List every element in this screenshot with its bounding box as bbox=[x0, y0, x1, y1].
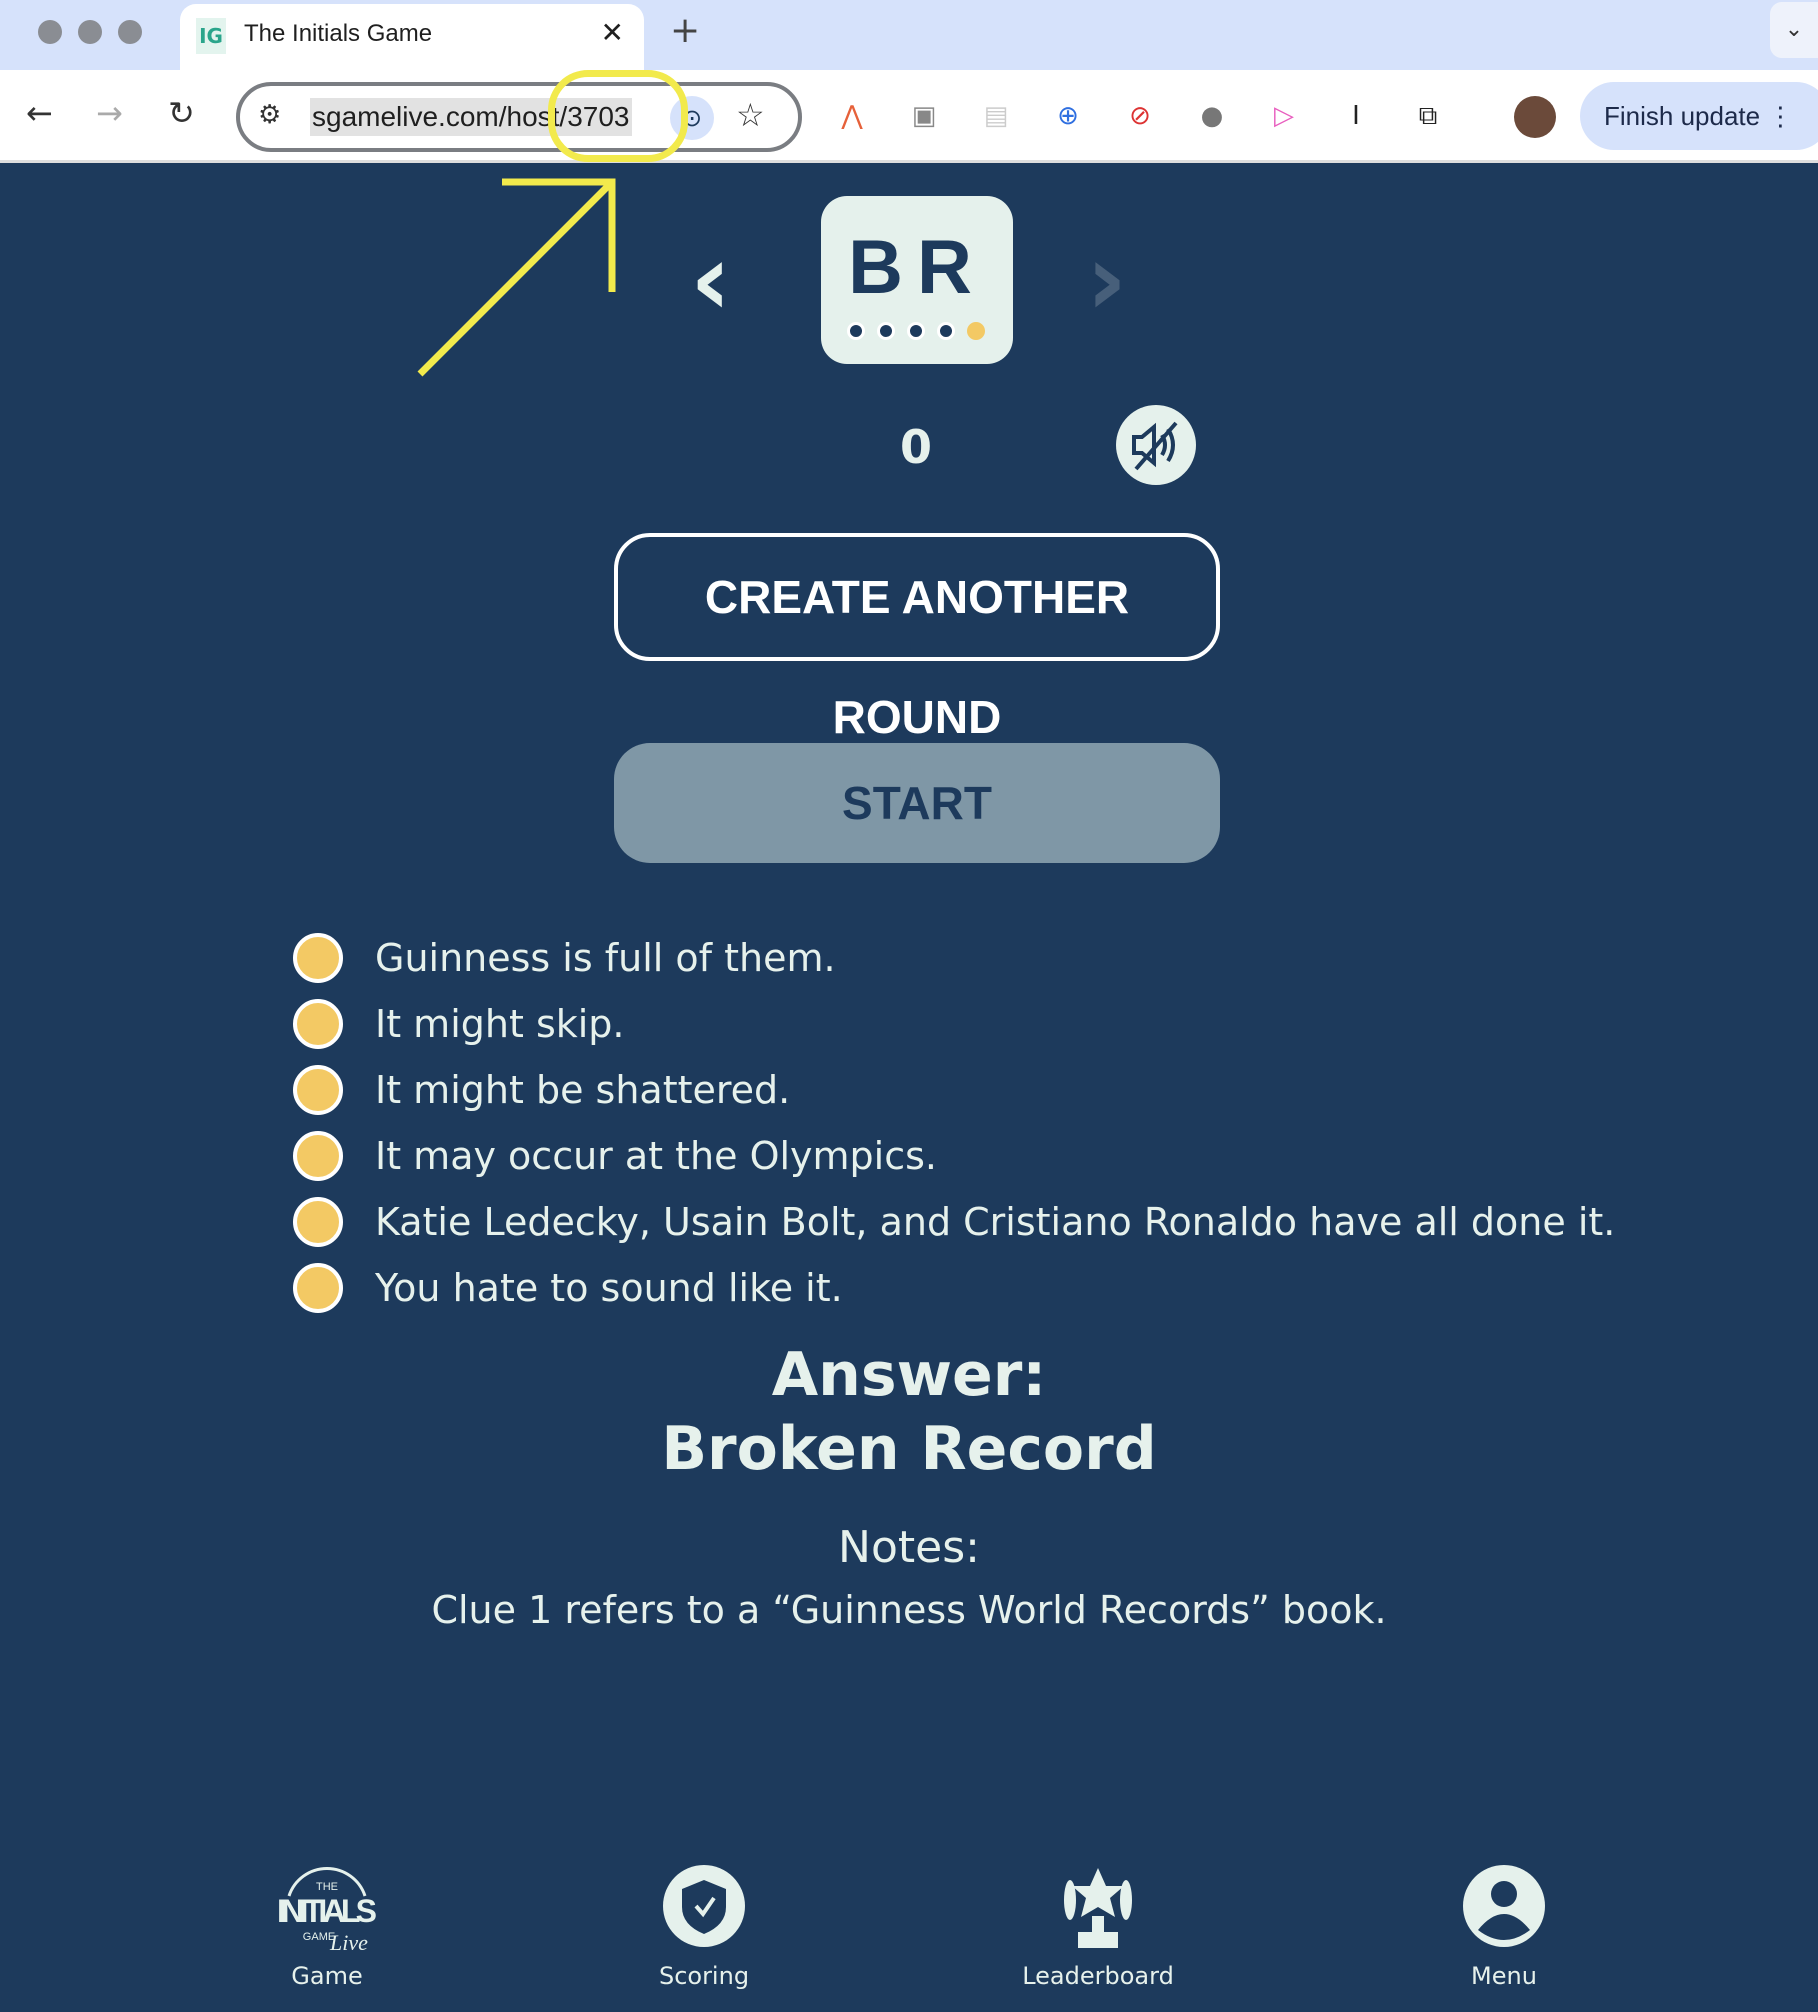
clue-text: You hate to sound like it. bbox=[375, 1266, 843, 1310]
clue-pip bbox=[937, 322, 955, 340]
mute-button[interactable] bbox=[1116, 405, 1196, 485]
clue-item: Guinness is full of them. bbox=[293, 925, 1615, 991]
clue-bullet bbox=[293, 1065, 343, 1115]
clue-item: Katie Ledecky, Usain Bolt, and Cristiano… bbox=[293, 1189, 1615, 1255]
nav-menu[interactable]: Menu bbox=[1404, 1858, 1604, 1990]
clue-item: It might skip. bbox=[293, 991, 1615, 1057]
svg-text:INITIALS: INITIALS bbox=[277, 1893, 377, 1929]
trophy-star-icon bbox=[1064, 1868, 1132, 1948]
clue-pip bbox=[847, 322, 865, 340]
create-another-round-button[interactable]: CREATE ANOTHER ROUND bbox=[614, 533, 1220, 743]
user-circle-icon bbox=[1463, 1865, 1545, 1947]
nav-scoring[interactable]: Scoring bbox=[604, 1858, 804, 1990]
clue-item: It may occur at the Olympics. bbox=[293, 1123, 1615, 1189]
clue-list: Guinness is full of them. It might skip.… bbox=[293, 925, 1615, 1321]
clue-pip bbox=[907, 322, 925, 340]
nav-leaderboard[interactable]: Leaderboard bbox=[998, 1858, 1198, 1990]
clue-bullet bbox=[293, 999, 343, 1049]
clue-text: It might skip. bbox=[375, 1002, 625, 1046]
svg-text:THE: THE bbox=[316, 1881, 338, 1893]
clue-text: Katie Ledecky, Usain Bolt, and Cristiano… bbox=[375, 1200, 1616, 1244]
shield-check-icon bbox=[663, 1865, 745, 1947]
answer-label: Answer: bbox=[771, 1340, 1047, 1410]
clue-bullet bbox=[293, 1197, 343, 1247]
score: 0 bbox=[899, 420, 932, 474]
initials-card: BR bbox=[821, 196, 1013, 364]
clue-text: It might be shattered. bbox=[375, 1068, 791, 1112]
nav-label: Leaderboard bbox=[1022, 1962, 1174, 1990]
initials: BR bbox=[848, 225, 986, 310]
nav-label: Scoring bbox=[658, 1962, 750, 1990]
start-button[interactable]: START bbox=[614, 743, 1220, 863]
clue-text: Guinness is full of them. bbox=[375, 936, 836, 980]
nav-label: Game bbox=[291, 1962, 363, 1990]
clue-bullet bbox=[293, 1131, 343, 1181]
clue-progress bbox=[847, 322, 985, 340]
previous-chevron-icon[interactable]: ‹ bbox=[690, 230, 731, 330]
clue-bullet bbox=[293, 1263, 343, 1313]
clue-pip bbox=[877, 322, 895, 340]
clue-item: It might be shattered. bbox=[293, 1057, 1615, 1123]
clue-pip-active bbox=[967, 322, 985, 340]
clue-text: It may occur at the Olympics. bbox=[375, 1134, 938, 1178]
notes-text: Clue 1 refers to a “Guinness World Recor… bbox=[431, 1588, 1387, 1632]
nav-game[interactable]: THE INITIALS GAME Live Game bbox=[227, 1858, 427, 1990]
next-chevron-icon[interactable]: › bbox=[1086, 230, 1127, 330]
clue-bullet bbox=[293, 933, 343, 983]
nav-label: Menu bbox=[1471, 1962, 1537, 1990]
notes-label: Notes: bbox=[838, 1522, 980, 1573]
initials-game-logo: THEINITIALSGAMELive bbox=[277, 1866, 377, 1955]
speaker-muted-icon bbox=[1132, 421, 1178, 471]
answer-value: Broken Record bbox=[661, 1414, 1157, 1484]
svg-text:Live: Live bbox=[329, 1930, 368, 1955]
clue-item: You hate to sound like it. bbox=[293, 1255, 1615, 1321]
